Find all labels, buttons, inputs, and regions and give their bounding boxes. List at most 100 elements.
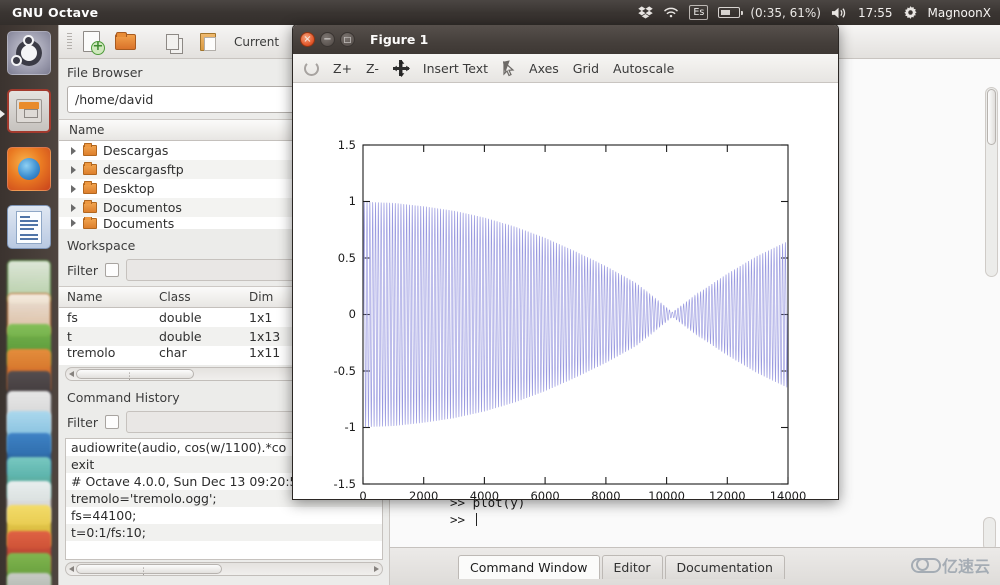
rotate-tool-icon[interactable] (304, 61, 319, 76)
paste-icon[interactable] (197, 31, 221, 53)
screen-root: GNU Octave Es (0:35, 61%) (0, 0, 1000, 585)
grid-button[interactable]: Grid (573, 61, 599, 76)
expand-triangle-icon[interactable] (71, 185, 76, 193)
folder-icon (83, 183, 97, 194)
battery-icon[interactable] (718, 7, 740, 18)
firefox-globe-icon (18, 158, 40, 180)
clock[interactable]: 17:55 (858, 6, 893, 20)
command-history-filter-checkbox[interactable] (105, 415, 119, 429)
y-tick-label: 0.5 (338, 251, 356, 265)
workspace-filter-checkbox[interactable] (105, 263, 119, 277)
workspace-column-class: Class (159, 290, 249, 304)
scrollbar-thumb[interactable]: ⋮ (76, 369, 194, 379)
workspace-cell-name: t (59, 329, 159, 344)
folder-icon (83, 218, 97, 229)
user-menu[interactable]: MagnoonX (928, 6, 991, 20)
tab-command-window[interactable]: Command Window (458, 555, 600, 579)
workspace-cell-class: double (159, 310, 249, 325)
keyboard-layout-indicator[interactable]: Es (689, 5, 708, 20)
scroll-left-arrow-icon[interactable] (69, 566, 74, 572)
unity-launcher (0, 25, 58, 585)
scroll-left-arrow-icon[interactable] (69, 371, 74, 377)
text-caret (476, 513, 477, 526)
list-item-label: Documents (103, 217, 174, 229)
launcher-ubuntu-dash-icon[interactable] (7, 31, 51, 75)
current-directory-label: Current (234, 35, 279, 49)
figure-toolbar: Z+ Z- Insert Text Axes Grid Autoscale (293, 54, 838, 83)
workspace-column-name: Name (59, 290, 159, 304)
figure-titlebar[interactable]: × − □ Figure 1 (293, 25, 838, 54)
zoom-in-button[interactable]: Z+ (333, 61, 352, 76)
x-tick-label: 12000 (709, 489, 746, 500)
list-item-label: Desktop (103, 181, 155, 196)
toolbar-grip[interactable] (67, 33, 72, 51)
battery-status-text: (0:35, 61%) (750, 6, 821, 20)
expand-triangle-icon[interactable] (71, 147, 76, 155)
cloud-icon (911, 557, 937, 573)
list-item-label: Descargas (103, 143, 168, 158)
expand-triangle-icon[interactable] (71, 204, 76, 212)
figure-window-title: Figure 1 (370, 32, 428, 47)
file-cabinet-icon (16, 99, 42, 123)
autoscale-button[interactable]: Autoscale (613, 61, 674, 76)
open-folder-icon[interactable] (114, 31, 138, 53)
gear-icon[interactable] (903, 5, 918, 20)
x-tick-label: 10000 (648, 489, 685, 500)
figure-canvas[interactable]: 1.5 1 0.5 0 -0.5 -1 -1.5 0 2000 4000 600… (293, 83, 838, 500)
y-tick-label: -1 (345, 420, 356, 434)
launcher-running-indicator (0, 110, 5, 118)
y-tick-label: 0 (349, 307, 356, 321)
y-tick-label: 1.5 (338, 138, 356, 152)
scrollbar-thumb[interactable] (987, 89, 996, 145)
window-maximize-button[interactable]: □ (340, 32, 355, 47)
window-minimize-button[interactable]: − (320, 32, 335, 47)
list-item-label: Documentos (103, 200, 182, 215)
launcher-firefox-icon[interactable] (7, 147, 51, 191)
system-tray: Es (0:35, 61%) 17:55 MagnoonX (638, 5, 1000, 20)
figure-window: × − □ Figure 1 Z+ Z- Insert Text (292, 24, 839, 500)
scroll-right-arrow-icon[interactable] (374, 566, 379, 572)
list-item-label: descargasftp (103, 162, 184, 177)
y-tick-label: 1 (349, 194, 356, 208)
folder-icon (83, 164, 97, 175)
axes-button[interactable]: Axes (529, 61, 559, 76)
dropbox-icon[interactable] (638, 5, 653, 20)
y-tick-label: -0.5 (334, 364, 356, 378)
pan-tool-icon[interactable] (393, 60, 409, 76)
x-tick-label: 6000 (530, 489, 559, 500)
file-browser-path-value: /home/david (75, 92, 153, 107)
unity-top-panel: GNU Octave Es (0:35, 61%) (0, 0, 1000, 25)
launcher-trash-icon[interactable] (7, 573, 51, 585)
select-tool-icon[interactable] (502, 61, 515, 76)
zoom-out-button[interactable]: Z- (366, 61, 379, 76)
launcher-libreoffice-writer-icon[interactable] (7, 205, 51, 249)
active-app-title: GNU Octave (12, 5, 98, 20)
launcher-files-icon[interactable] (7, 89, 51, 133)
x-tick-label: 14000 (770, 489, 807, 500)
wifi-icon[interactable] (663, 6, 679, 19)
file-browser-column-name: Name (59, 123, 104, 137)
plot-svg: 1.5 1 0.5 0 -0.5 -1 -1.5 0 2000 4000 600… (293, 83, 838, 500)
expand-triangle-icon[interactable] (71, 166, 76, 174)
command-history-vertical-scroll[interactable] (983, 517, 996, 551)
new-file-icon[interactable] (81, 31, 105, 53)
insert-text-button[interactable]: Insert Text (423, 61, 488, 76)
tab-editor[interactable]: Editor (602, 555, 663, 579)
list-item[interactable]: fs=44100; (66, 507, 382, 524)
x-tick-label: 4000 (470, 489, 499, 500)
workspace-cell-class: double (159, 329, 249, 344)
command-history-horizontal-scrollbar[interactable]: ⋮ (65, 562, 383, 576)
x-tick-label: 8000 (591, 489, 620, 500)
y-tick-label: -1.5 (334, 477, 356, 491)
watermark-text: 亿速云 (942, 553, 990, 577)
right-vertical-scrollbar[interactable] (985, 87, 998, 277)
scrollbar-thumb[interactable]: ⋮ (76, 564, 222, 574)
command-prompt-line[interactable]: >> (450, 511, 525, 528)
list-item[interactable]: t=0:1/fs:10; (66, 524, 382, 541)
expand-triangle-icon[interactable] (71, 219, 76, 227)
window-close-button[interactable]: × (300, 32, 315, 47)
copy-icon[interactable] (164, 31, 188, 53)
tab-documentation[interactable]: Documentation (665, 555, 785, 579)
volume-icon[interactable] (831, 6, 848, 20)
ubuntu-logo-icon (16, 40, 42, 66)
